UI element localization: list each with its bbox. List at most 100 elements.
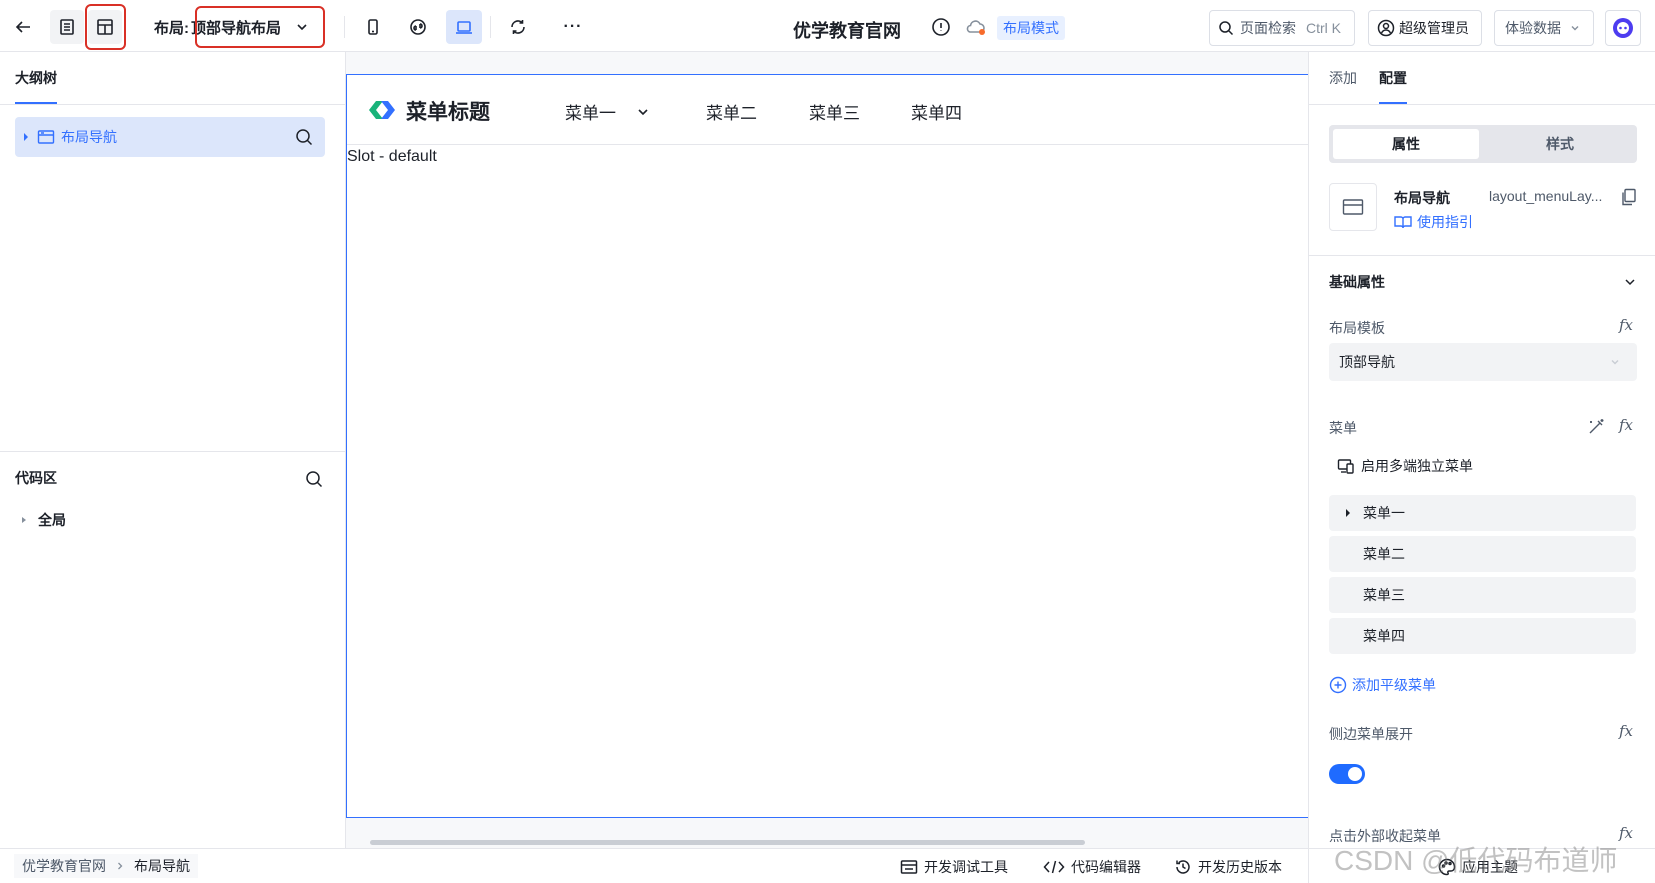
- nav-item-2[interactable]: 菜单二: [706, 99, 757, 124]
- page-search-button[interactable]: 页面检索 Ctrl K: [1209, 10, 1355, 46]
- mobile-view-button[interactable]: [358, 12, 388, 42]
- nav-item-3[interactable]: 菜单三: [809, 99, 860, 124]
- more-icon: ···: [563, 18, 583, 35]
- guide-link-label: 使用指引: [1417, 214, 1473, 230]
- breadcrumb: 优学教育官网 布局导航: [14, 854, 198, 878]
- devtools-button[interactable]: 开发调试工具: [900, 857, 1008, 877]
- user-menu-button[interactable]: 超级管理员: [1368, 10, 1482, 46]
- laptop-icon: [456, 21, 472, 34]
- refresh-button[interactable]: [503, 12, 533, 42]
- data-label: 体验数据: [1505, 20, 1561, 36]
- assistant-button[interactable]: [1605, 10, 1641, 46]
- nav-item-1[interactable]: 菜单一: [565, 99, 650, 124]
- section-header[interactable]: 基础属性: [1329, 272, 1637, 292]
- switch-knob: [1348, 767, 1362, 781]
- menu-label: 菜单: [1329, 420, 1357, 436]
- brand-title: 菜单标题: [406, 101, 490, 124]
- chevron-down-icon: [638, 108, 648, 115]
- more-button[interactable]: ···: [558, 12, 588, 42]
- section-divider: [1309, 255, 1655, 256]
- segment-label: 样式: [1546, 136, 1574, 152]
- history-label: 开发历史版本: [1198, 859, 1282, 875]
- outline-tab[interactable]: 大纲树: [15, 68, 57, 104]
- segment-style[interactable]: 样式: [1487, 129, 1633, 159]
- page-view-button[interactable]: [50, 10, 84, 44]
- nav-label: 菜单一: [565, 104, 616, 123]
- caret-right-icon: [1346, 509, 1350, 517]
- copy-icon[interactable]: [1621, 188, 1637, 206]
- segment-label: 属性: [1392, 136, 1420, 152]
- highlight-box: [85, 4, 126, 50]
- bottom-divider: [1308, 849, 1309, 883]
- horizontal-scrollbar[interactable]: [370, 840, 1085, 845]
- outline-item-label: 布局导航: [61, 129, 117, 145]
- search-icon[interactable]: [295, 128, 313, 146]
- guide-link[interactable]: 使用指引: [1394, 212, 1473, 232]
- divider: [490, 16, 491, 38]
- arrow-left-icon: [15, 21, 30, 33]
- menu-config-item[interactable]: 菜单一: [1329, 495, 1636, 531]
- tab-add[interactable]: 添加: [1329, 68, 1357, 88]
- layout-label: 布局:: [154, 19, 189, 37]
- segment-properties[interactable]: 属性: [1333, 129, 1479, 159]
- mode-badge: 布局模式: [997, 16, 1065, 40]
- nav-item-4[interactable]: 菜单四: [911, 99, 962, 124]
- tab-config[interactable]: 配置: [1379, 68, 1407, 104]
- menu-config-label: 菜单三: [1363, 587, 1405, 603]
- cloud-icon: [966, 20, 985, 35]
- add-menu-button[interactable]: 添加平级菜单: [1329, 675, 1436, 695]
- side-expand-label: 侧边菜单展开: [1329, 726, 1413, 742]
- back-button[interactable]: [8, 12, 38, 42]
- fx-icon[interactable]: fx: [1619, 416, 1633, 434]
- document-icon: [60, 19, 74, 35]
- menu-config-item[interactable]: 菜单二: [1329, 536, 1636, 572]
- component-name: 布局导航: [1394, 190, 1450, 206]
- right-panel: 添加 配置 属性 样式 布局导航 layout_menuLay... 使用指引 …: [1308, 52, 1655, 848]
- refresh-icon: [511, 20, 525, 34]
- breadcrumb-item[interactable]: 布局导航: [134, 856, 190, 876]
- search-icon: [1219, 21, 1234, 36]
- fx-icon[interactable]: fx: [1619, 722, 1633, 740]
- history-button[interactable]: 开发历史版本: [1174, 857, 1282, 877]
- menu-config-label: 菜单一: [1363, 505, 1405, 521]
- menu-config-label: 菜单四: [1363, 628, 1405, 644]
- preview-canvas[interactable]: 菜单标题 菜单一 菜单二 菜单三 菜单四 Slot - default: [346, 74, 1308, 818]
- app-title: 优学教育官网: [793, 21, 901, 41]
- mini-program-view-button[interactable]: [403, 12, 433, 42]
- component-icon: [1329, 183, 1377, 231]
- code-editor-button[interactable]: 代码编辑器: [1043, 857, 1141, 877]
- data-select[interactable]: 体验数据: [1494, 10, 1594, 46]
- devtools-icon: [900, 860, 918, 874]
- desktop-view-button[interactable]: [446, 10, 482, 44]
- chevron-down-icon: [1571, 26, 1579, 31]
- layout-nav-icon: [37, 130, 55, 144]
- code-editor-label: 代码编辑器: [1071, 859, 1141, 875]
- menu-config-item[interactable]: 菜单四: [1329, 618, 1636, 654]
- outline-title: 大纲树: [15, 70, 57, 86]
- chevron-down-icon: [1625, 279, 1635, 286]
- multi-menu-toggle[interactable]: 启用多端独立菜单: [1337, 456, 1473, 476]
- tab-divider: [1309, 104, 1655, 105]
- menu-config-item[interactable]: 菜单三: [1329, 577, 1636, 613]
- info-icon: [932, 18, 950, 36]
- multi-menu-label: 启用多端独立菜单: [1361, 458, 1473, 474]
- devtools-label: 开发调试工具: [924, 859, 1008, 875]
- fx-icon[interactable]: fx: [1619, 316, 1633, 334]
- breadcrumb-item[interactable]: 优学教育官网: [22, 856, 106, 876]
- assistant-icon: [1613, 18, 1633, 38]
- code-item[interactable]: 全局: [20, 510, 66, 530]
- magic-wand-icon[interactable]: [1587, 418, 1605, 436]
- fx-icon[interactable]: fx: [1619, 824, 1633, 842]
- template-value: 顶部导航: [1339, 354, 1395, 370]
- segment-control: 属性 样式: [1329, 125, 1637, 163]
- side-expand-switch[interactable]: [1329, 764, 1365, 784]
- template-select[interactable]: 顶部导航: [1329, 343, 1637, 381]
- top-toolbar: 布局: 顶部导航布局 ··· 优学教育官网 布局模式 页面检索 Ctrl K 超…: [0, 0, 1655, 52]
- search-icon[interactable]: [305, 470, 323, 488]
- info-button[interactable]: [929, 15, 953, 39]
- brand-logo-icon: [369, 101, 395, 119]
- outline-item[interactable]: 布局导航: [15, 117, 325, 157]
- watermark: CSDN @低代码布道师: [1334, 845, 1618, 876]
- outline-divider: [0, 104, 345, 105]
- caret-right-icon: [24, 133, 28, 141]
